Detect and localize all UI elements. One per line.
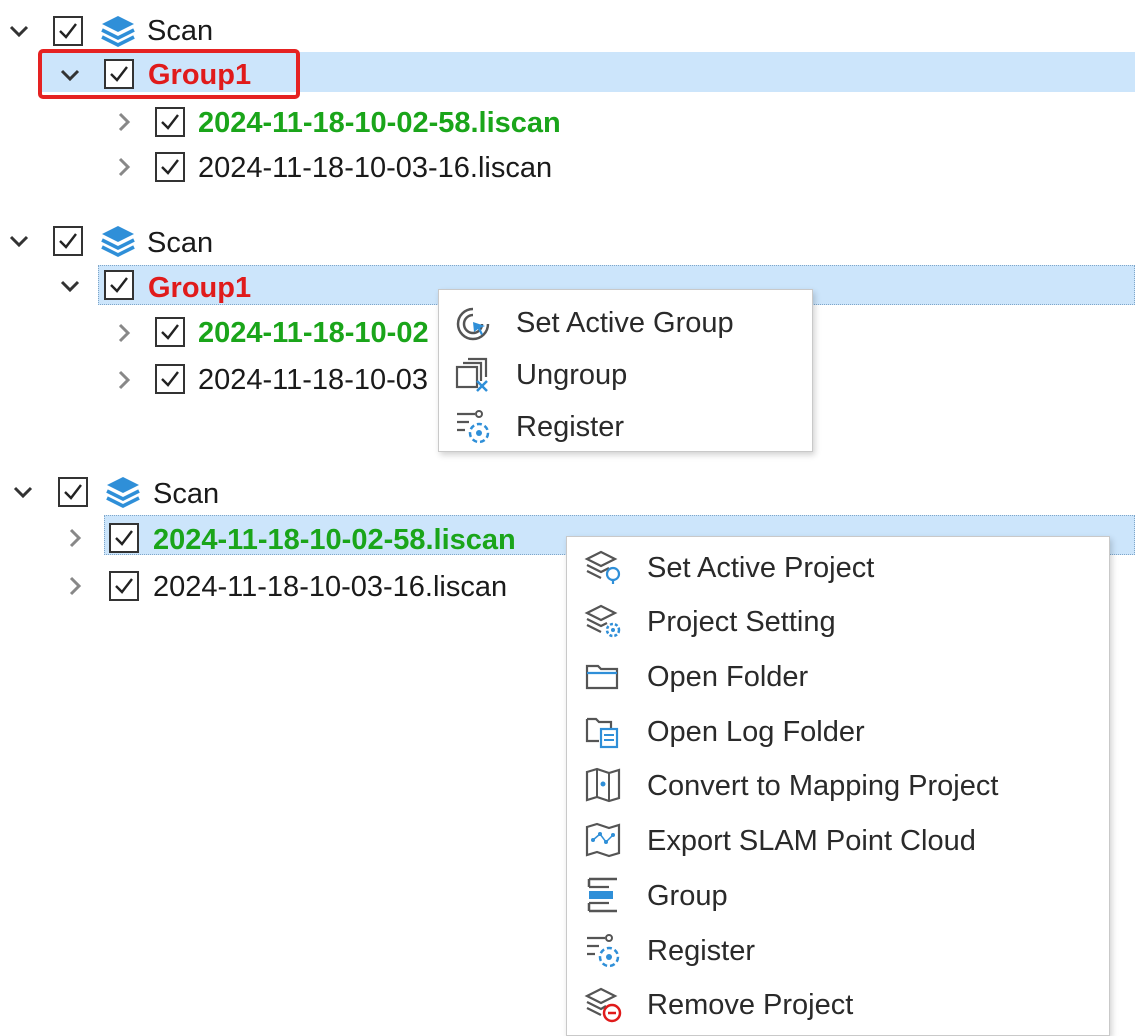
menu-item-label: Convert to Mapping Project [647,770,999,802]
menu-item-label: Set Active Group [516,307,734,339]
menu-item-open-folder[interactable]: Open Folder [567,650,1109,704]
menu-item-open-log-folder[interactable]: Open Log Folder [567,705,1109,759]
chevron-right-icon[interactable] [111,320,137,346]
chevron-right-icon[interactable] [111,367,137,393]
target-cursor-icon [456,307,490,341]
chevron-down-icon[interactable] [6,18,32,44]
ungroup-icon [455,357,488,392]
remove-project-icon [584,987,622,1023]
checkbox-checked-icon[interactable] [109,523,139,553]
menu-item-label: Register [647,935,755,967]
scan-file-label[interactable]: 2024-11-18-10-03-16.liscan [153,567,507,607]
scan-file-label[interactable]: 2024-11-18-10-02 [198,313,429,353]
checkbox-checked-icon[interactable] [53,226,83,256]
chevron-down-icon[interactable] [57,62,83,88]
log-folder-icon [585,717,619,749]
menu-item-group[interactable]: Group [567,869,1109,923]
tree-root-label[interactable]: Scan [147,11,213,51]
menu-item-label: Open Log Folder [647,716,865,748]
chevron-right-icon[interactable] [111,109,137,135]
group-label[interactable]: Group1 [148,55,251,95]
menu-item-remove-project[interactable]: Remove Project [567,978,1109,1032]
point-cloud-map-icon [585,822,621,858]
checkbox-checked-icon[interactable] [104,270,134,300]
group-context-menu: Set Active Group Ungroup Register [438,289,813,452]
map-icon [585,767,621,803]
menu-item-label: Ungroup [516,359,628,391]
chevron-down-icon[interactable] [6,228,32,254]
group-icon [587,877,617,913]
menu-item-convert-to-mapping[interactable]: Convert to Mapping Project [567,759,1109,813]
scan-file-label[interactable]: 2024-11-18-10-02-58.liscan [198,103,561,143]
scan-file-label[interactable]: 2024-11-18-10-03 [198,360,428,400]
chevron-down-icon[interactable] [57,273,83,299]
menu-item-label: Export SLAM Point Cloud [647,825,976,857]
menu-item-set-active-group[interactable]: Set Active Group [439,296,812,350]
chevron-right-icon[interactable] [111,154,137,180]
menu-item-label: Set Active Project [647,552,875,584]
menu-item-label: Register [516,411,624,443]
checkbox-checked-icon[interactable] [53,16,83,46]
scan-file-label[interactable]: 2024-11-18-10-03-16.liscan [198,148,552,188]
chevron-right-icon[interactable] [62,573,88,599]
menu-item-label: Remove Project [647,989,854,1021]
checkbox-checked-icon[interactable] [58,477,88,507]
menu-item-project-setting[interactable]: Project Setting [567,595,1109,649]
layers-icon [105,475,141,509]
tree-root-label[interactable]: Scan [153,474,219,514]
layers-icon [100,224,136,258]
checkbox-checked-icon[interactable] [109,571,139,601]
menu-item-label: Group [647,880,728,912]
project-active-icon [584,550,621,584]
folder-icon [585,664,619,690]
menu-item-register[interactable]: Register [567,924,1109,978]
menu-item-register[interactable]: Register [439,400,812,454]
scan-file-label[interactable]: 2024-11-18-10-02-58.liscan [153,520,516,560]
checkbox-checked-icon[interactable] [104,59,134,89]
checkbox-checked-icon[interactable] [155,152,185,182]
tree-root-label[interactable]: Scan [147,223,213,263]
checkbox-checked-icon[interactable] [155,317,185,347]
menu-item-export-slam[interactable]: Export SLAM Point Cloud [567,814,1109,868]
menu-item-ungroup[interactable]: Ungroup [439,348,812,402]
group-label[interactable]: Group1 [148,268,251,308]
chevron-right-icon[interactable] [62,525,88,551]
checkbox-checked-icon[interactable] [155,107,185,137]
menu-item-label: Open Folder [647,661,809,693]
register-icon [457,410,490,444]
register-icon [587,934,620,968]
project-context-menu: Set Active Project Project Setting Open … [566,536,1110,1036]
menu-item-set-active-project[interactable]: Set Active Project [567,541,1109,595]
chevron-down-icon[interactable] [10,479,36,505]
project-settings-icon [584,604,621,638]
checkbox-checked-icon[interactable] [155,364,185,394]
menu-item-label: Project Setting [647,606,836,638]
layers-icon [100,14,136,48]
